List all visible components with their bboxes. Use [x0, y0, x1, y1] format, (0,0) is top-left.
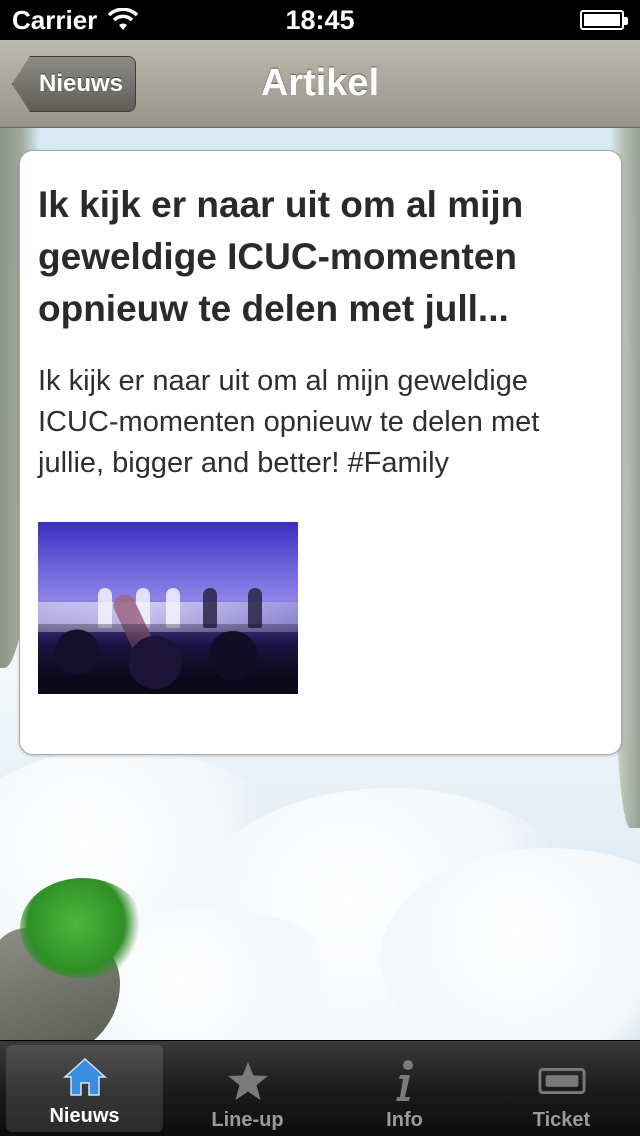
tab-ticket[interactable]: Ticket: [483, 1041, 640, 1136]
page-title: Artikel: [260, 62, 380, 104]
article-card: Ik kijk er naar uit om al mijn geweldige…: [19, 150, 622, 755]
tab-bar: Nieuws Line-up Info Ticket: [0, 1040, 640, 1136]
status-time: 18:45: [285, 5, 355, 35]
article-title: Ik kijk er naar uit om al mijn geweldige…: [38, 184, 524, 329]
ticket-icon: [537, 1057, 586, 1105]
tab-label: Ticket: [532, 1109, 591, 1131]
article-photo[interactable]: [38, 522, 298, 694]
navigation-bar: Nieuws Artikel: [0, 40, 640, 128]
status-bar: Carrier 18:45: [0, 0, 640, 40]
battery-icon: [580, 10, 628, 30]
tab-label: Info: [386, 1109, 423, 1131]
tab-label: Line-up: [211, 1109, 284, 1131]
tab-info[interactable]: Info: [326, 1041, 483, 1136]
tab-nieuws[interactable]: Nieuws: [6, 1045, 163, 1132]
star-icon: [224, 1057, 272, 1105]
info-icon: [381, 1057, 429, 1105]
home-icon: [61, 1053, 109, 1101]
tab-line-up[interactable]: Line-up: [169, 1041, 326, 1136]
floating-island: [0, 868, 160, 1040]
article-body: Ik kijk er naar uit om al mijn geweldige…: [38, 365, 540, 479]
tab-label: Nieuws: [49, 1105, 120, 1127]
